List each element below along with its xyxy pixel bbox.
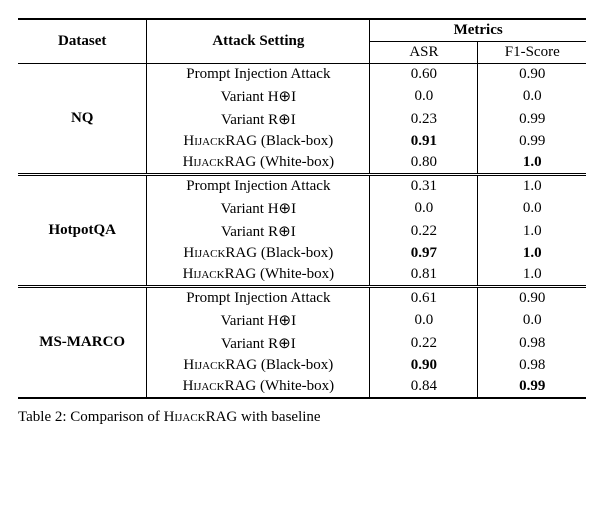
attack-setting-cell: Prompt Injection Attack: [147, 175, 370, 198]
table-row: HotpotQA Prompt Injection Attack 0.31 1.…: [18, 175, 586, 198]
dataset-msmarco: MS-MARCO: [18, 287, 147, 399]
f1-cell: 0.99: [478, 376, 586, 398]
attack-setting-cell: Variant R⊕I: [147, 108, 370, 131]
f1-cell: 0.98: [478, 355, 586, 376]
asr-cell: 0.60: [370, 64, 478, 86]
f1-cell: 0.98: [478, 332, 586, 355]
header-dataset: Dataset: [18, 19, 147, 64]
header-metrics: Metrics: [370, 19, 586, 42]
attack-setting-cell: HijackRAG (Black-box): [147, 131, 370, 152]
asr-cell: 0.90: [370, 355, 478, 376]
table-row: MS-MARCO Prompt Injection Attack 0.61 0.…: [18, 287, 586, 310]
attack-setting-cell: HijackRAG (Black-box): [147, 243, 370, 264]
header-f1: F1-Score: [478, 42, 586, 64]
attack-setting-cell: Variant R⊕I: [147, 332, 370, 355]
f1-cell: 1.0: [478, 264, 586, 287]
f1-cell: 0.99: [478, 108, 586, 131]
f1-cell: 0.90: [478, 287, 586, 310]
attack-setting-cell: HijackRAG (White-box): [147, 376, 370, 398]
asr-cell: 0.22: [370, 220, 478, 243]
attack-setting-cell: HijackRAG (White-box): [147, 264, 370, 287]
header-attack: Attack Setting: [147, 19, 370, 64]
asr-cell: 0.0: [370, 197, 478, 220]
attack-setting-cell: Variant H⊕I: [147, 309, 370, 332]
asr-cell: 0.23: [370, 108, 478, 131]
asr-cell: 0.91: [370, 131, 478, 152]
attack-setting-cell: Prompt Injection Attack: [147, 64, 370, 86]
asr-cell: 0.31: [370, 175, 478, 198]
asr-cell: 0.81: [370, 264, 478, 287]
results-table: Dataset Attack Setting Metrics ASR F1-Sc…: [18, 18, 586, 399]
attack-setting-cell: HijackRAG (Black-box): [147, 355, 370, 376]
attack-setting-cell: Variant H⊕I: [147, 85, 370, 108]
f1-cell: 0.99: [478, 131, 586, 152]
table-caption: Table 2: Comparison of HijackRAG with ba…: [18, 409, 586, 426]
attack-setting-cell: Variant R⊕I: [147, 220, 370, 243]
f1-cell: 1.0: [478, 243, 586, 264]
f1-cell: 1.0: [478, 175, 586, 198]
asr-cell: 0.22: [370, 332, 478, 355]
attack-setting-cell: Variant H⊕I: [147, 197, 370, 220]
table-row: NQ Prompt Injection Attack 0.60 0.90: [18, 64, 586, 86]
dataset-hotpotqa: HotpotQA: [18, 175, 147, 287]
asr-cell: 0.80: [370, 152, 478, 175]
asr-cell: 0.0: [370, 309, 478, 332]
attack-setting-cell: Prompt Injection Attack: [147, 287, 370, 310]
asr-cell: 0.0: [370, 85, 478, 108]
f1-cell: 1.0: [478, 152, 586, 175]
dataset-nq: NQ: [18, 64, 147, 175]
f1-cell: 0.0: [478, 309, 586, 332]
asr-cell: 0.61: [370, 287, 478, 310]
f1-cell: 0.0: [478, 197, 586, 220]
asr-cell: 0.97: [370, 243, 478, 264]
f1-cell: 0.0: [478, 85, 586, 108]
header-asr: ASR: [370, 42, 478, 64]
attack-setting-cell: HijackRAG (White-box): [147, 152, 370, 175]
f1-cell: 1.0: [478, 220, 586, 243]
asr-cell: 0.84: [370, 376, 478, 398]
f1-cell: 0.90: [478, 64, 586, 86]
